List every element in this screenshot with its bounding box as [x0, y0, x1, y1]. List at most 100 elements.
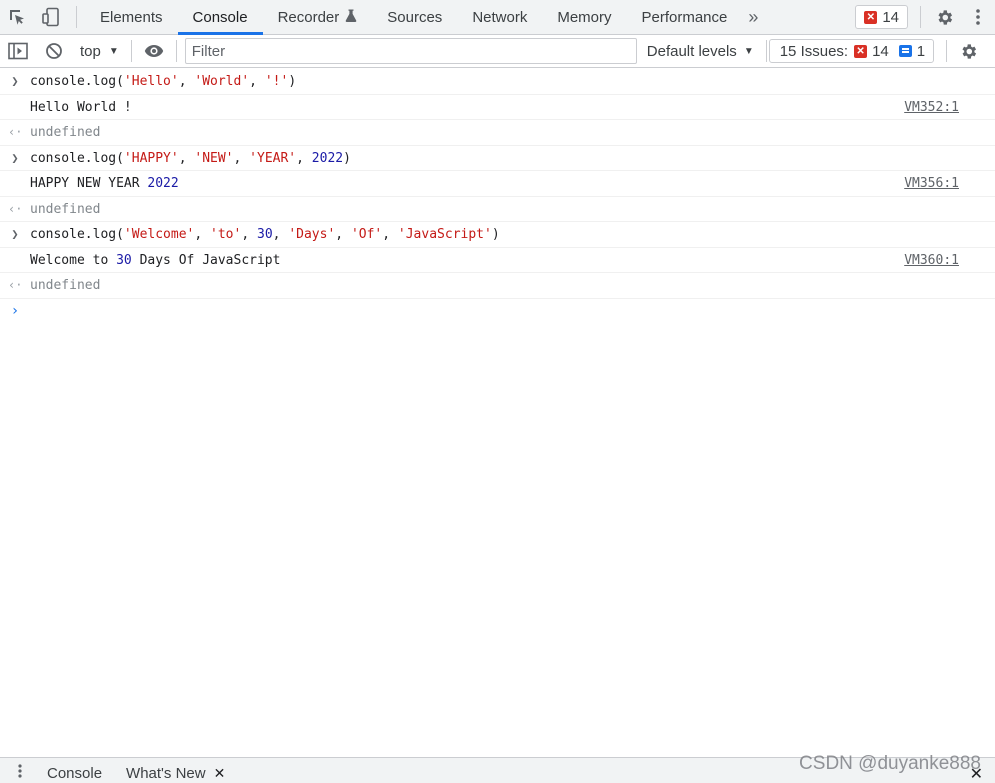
- watermark: CSDN @duyanke888: [799, 753, 981, 774]
- context-label: top: [80, 42, 101, 60]
- code-string: 'HAPPY': [123, 150, 179, 166]
- tab-label: Performance: [641, 8, 728, 26]
- log-output-number: 30: [116, 252, 132, 268]
- tab-recorder[interactable]: Recorder: [263, 0, 373, 34]
- tab-label: Memory: [557, 8, 612, 26]
- code-token: ,: [249, 74, 265, 89]
- drawer-tab-whats-new[interactable]: What's New ✕: [119, 765, 232, 782]
- console-log-row: HAPPY NEW YEAR 2022 VM356:1: [0, 171, 995, 197]
- result-arrow-icon: ‹·: [8, 125, 23, 139]
- log-levels-dropdown[interactable]: Default levels ▼: [637, 35, 764, 67]
- code-token: console.log(: [30, 74, 124, 89]
- drawer-menu-icon[interactable]: [0, 763, 40, 779]
- code-number: 2022: [311, 150, 344, 166]
- console-prompt[interactable]: ›: [0, 299, 995, 324]
- log-output: Welcome to: [30, 252, 117, 268]
- caret-down-icon: ▼: [743, 45, 754, 57]
- devtools-tabbar: Elements Console Recorder Sources Networ…: [0, 0, 995, 35]
- console-command-row: ❯ console.log('Welcome', 'to', 30, 'Days…: [0, 222, 995, 248]
- drawer-tab-console[interactable]: Console: [40, 765, 109, 782]
- toolbar-separator: [765, 40, 767, 62]
- error-count: 14: [882, 8, 899, 26]
- close-tab-icon[interactable]: ✕: [214, 765, 226, 782]
- show-sidebar-icon[interactable]: [0, 35, 36, 67]
- live-expression-eye-icon[interactable]: [136, 35, 172, 67]
- code-number: 30: [257, 227, 273, 242]
- code-token: ,: [233, 150, 250, 166]
- result-value: undefined: [30, 125, 101, 140]
- clear-console-icon[interactable]: [36, 35, 72, 67]
- log-output-number: 2022: [147, 176, 179, 191]
- source-link[interactable]: VM352:1: [904, 95, 959, 120]
- console-settings-gear-icon[interactable]: [953, 35, 983, 67]
- code-token: ,: [272, 227, 289, 242]
- log-output: Hello World !: [30, 99, 132, 115]
- more-tabs-icon[interactable]: »: [742, 0, 764, 34]
- issues-label: 15 Issues:: [779, 42, 849, 60]
- source-link[interactable]: VM360:1: [904, 248, 959, 273]
- source-link[interactable]: VM356:1: [904, 171, 959, 196]
- code-string: 'Of': [350, 227, 383, 242]
- toolbar-separator: [76, 6, 77, 28]
- code-string: 'World': [194, 74, 250, 89]
- code-string: 'NEW': [194, 150, 234, 166]
- inspect-element-icon[interactable]: [0, 0, 34, 34]
- code-token: ,: [296, 150, 312, 166]
- code-string: 'Hello': [123, 74, 179, 89]
- caret-down-icon: ▼: [108, 45, 119, 57]
- result-value: undefined: [30, 278, 101, 293]
- tab-network[interactable]: Network: [457, 0, 542, 34]
- more-options-icon[interactable]: [961, 0, 995, 34]
- tab-elements[interactable]: Elements: [85, 0, 178, 34]
- toolbar-separator: [175, 40, 177, 62]
- code-token: console.log(: [30, 150, 124, 166]
- code-string: 'Days': [288, 227, 336, 242]
- error-icon: ✕: [854, 44, 868, 58]
- flask-icon: [345, 9, 357, 26]
- console-log-row: Hello World ! VM352:1: [0, 95, 995, 120]
- code-string: 'Welcome': [123, 227, 195, 242]
- code-token: ,: [194, 227, 211, 242]
- result-value: undefined: [30, 201, 101, 217]
- tab-sources[interactable]: Sources: [372, 0, 457, 34]
- code-string: 'to': [210, 227, 242, 242]
- device-toolbar-icon[interactable]: [34, 0, 68, 34]
- command-chevron-icon: ❯: [11, 74, 19, 88]
- error-count-button[interactable]: ✕ 14: [855, 5, 908, 29]
- log-output: HAPPY NEW YEAR: [30, 176, 148, 191]
- error-icon: ✕: [864, 10, 878, 24]
- code-token: ,: [382, 227, 398, 242]
- code-token: ): [491, 227, 500, 242]
- tab-label: Sources: [387, 8, 443, 26]
- tab-label: Console: [192, 8, 248, 26]
- command-chevron-icon: ❯: [11, 150, 19, 165]
- issues-info-count: 1: [916, 42, 926, 60]
- tab-label: Recorder: [277, 8, 340, 26]
- console-command-row: ❯ console.log('HAPPY', 'NEW', 'YEAR', 20…: [0, 146, 995, 171]
- result-arrow-icon: ‹·: [8, 201, 23, 216]
- result-arrow-icon: ‹·: [8, 278, 23, 292]
- code-string: 'YEAR': [249, 150, 297, 166]
- filter-input[interactable]: [184, 38, 637, 64]
- code-string: '!': [264, 74, 289, 89]
- context-selector[interactable]: top ▼: [72, 35, 127, 67]
- prompt-chevron-icon: ›: [10, 302, 20, 319]
- tab-memory[interactable]: Memory: [542, 0, 626, 34]
- settings-gear-icon[interactable]: [927, 0, 961, 34]
- issues-button[interactable]: 15 Issues: ✕ 14 1: [768, 39, 935, 63]
- toolbar-separator: [946, 40, 948, 62]
- toolbar-separator: [130, 40, 132, 62]
- drawer-tab-label: What's New: [126, 765, 206, 782]
- toolbar-separator: [920, 6, 921, 28]
- code-token: ,: [335, 227, 351, 242]
- console-log-row: Welcome to 30 Days Of JavaScript VM360:1: [0, 248, 995, 273]
- tab-performance[interactable]: Performance: [627, 0, 743, 34]
- code-string: 'JavaScript': [397, 227, 492, 242]
- command-chevron-icon: ❯: [11, 227, 19, 241]
- code-token: ): [288, 74, 297, 89]
- code-token: ): [343, 150, 351, 166]
- log-output: Days Of JavaScript: [131, 252, 281, 268]
- console-result-row: ‹· undefined: [0, 273, 995, 299]
- tab-console[interactable]: Console: [177, 0, 263, 35]
- issues-error-count: 14: [872, 42, 889, 60]
